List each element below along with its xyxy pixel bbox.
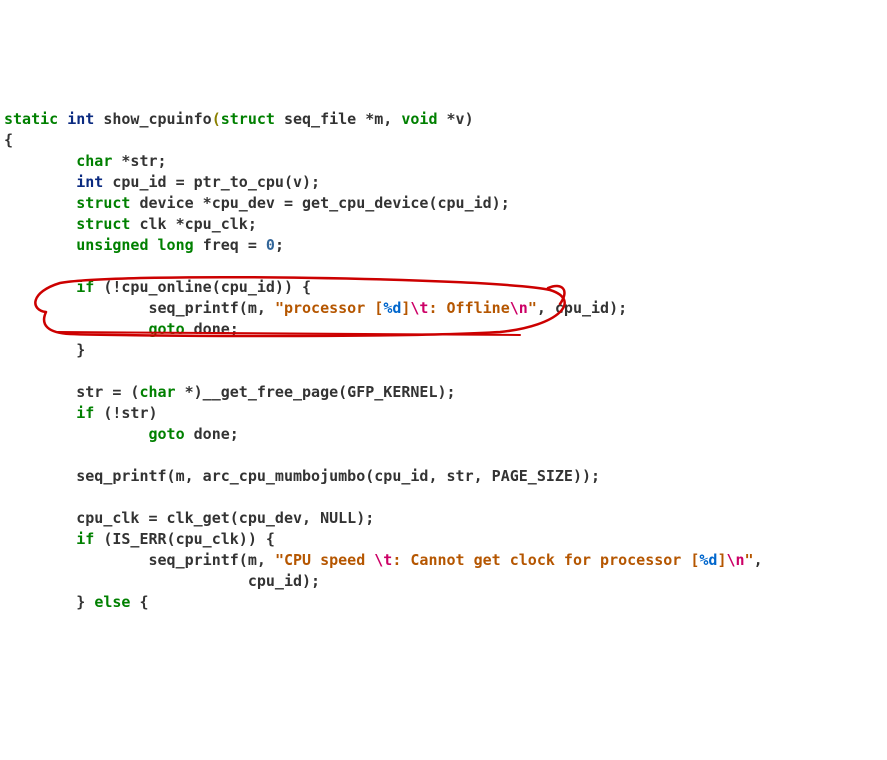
keyword-struct: struct	[221, 110, 275, 128]
call-clkget: cpu_clk = clk_get(cpu_dev, NULL);	[76, 509, 374, 527]
brace-close1: }	[76, 341, 85, 359]
args-cpuid2: cpu_id);	[248, 572, 320, 590]
brace-close2: }	[76, 593, 85, 611]
decl-cpuid: cpu_id = ptr_to_cpu(v);	[112, 173, 320, 191]
str-end1: "	[528, 299, 537, 317]
line-1: static int show_cpuinfo(struct seq_file …	[4, 110, 474, 128]
label-done2: done;	[194, 425, 239, 443]
keyword-long: long	[158, 236, 194, 254]
line-2: {	[4, 131, 13, 149]
keyword-char2: char	[139, 383, 175, 401]
str-cannot: : Cannot get clock for processor [	[392, 551, 699, 569]
str-bracket: ]	[717, 551, 726, 569]
param-v: *v)	[447, 110, 474, 128]
keyword-struct3: struct	[76, 215, 130, 233]
brace-open2: {	[139, 593, 148, 611]
str-end2: "	[745, 551, 754, 569]
comma-cont: ,	[754, 551, 763, 569]
type-int: int	[67, 110, 94, 128]
esc-t1: \t	[410, 299, 428, 317]
decl-cpudev: device *cpu_dev = get_cpu_device(cpu_id)…	[139, 194, 509, 212]
call-seqprintf3: seq_printf(m,	[149, 551, 266, 569]
keyword-struct2: struct	[76, 194, 130, 212]
call-seqprintf1: seq_printf(m,	[149, 299, 266, 317]
keyword-else: else	[94, 593, 130, 611]
label-done1: done;	[194, 320, 239, 338]
num-zero: 0	[266, 236, 275, 254]
keyword-goto1: goto	[149, 320, 185, 338]
cond-online: (!cpu_online(cpu_id)) {	[103, 278, 311, 296]
keyword-if3: if	[76, 530, 94, 548]
semi: ;	[275, 236, 284, 254]
str-offline: : Offline	[428, 299, 509, 317]
keyword-char: char	[76, 152, 112, 170]
decl-cpuclk: clk *cpu_clk;	[139, 215, 256, 233]
keyword-if1: if	[76, 278, 94, 296]
fmt-d2: %d	[699, 551, 717, 569]
cond-iserr: (IS_ERR(cpu_clk)) {	[103, 530, 275, 548]
cond-str: (!str)	[103, 404, 157, 422]
esc-t2: \t	[374, 551, 392, 569]
keyword-if2: if	[76, 404, 94, 422]
keyword-void: void	[401, 110, 437, 128]
str-cpuspeed: "CPU speed	[275, 551, 374, 569]
func-name: show_cpuinfo	[103, 110, 211, 128]
keyword-unsigned: unsigned	[76, 236, 148, 254]
keyword-static: static	[4, 110, 58, 128]
args-cpuid1: , cpu_id);	[537, 299, 627, 317]
param-m: seq_file *m,	[284, 110, 392, 128]
decl-freq: freq =	[203, 236, 257, 254]
call-seqprintf2: seq_printf(m, arc_cpu_mumbojumbo(cpu_id,…	[76, 467, 600, 485]
decl-str: *str;	[121, 152, 166, 170]
fmt-d1: %d	[383, 299, 401, 317]
esc-n1: \n	[510, 299, 528, 317]
keyword-goto2: goto	[149, 425, 185, 443]
esc-n2: \n	[726, 551, 744, 569]
assign-str-close: *)__get_free_page(GFP_KERNEL);	[185, 383, 456, 401]
code-block: static int show_cpuinfo(struct seq_file …	[0, 84, 887, 613]
str-proc-open: "processor [	[275, 299, 383, 317]
type-int2: int	[76, 173, 103, 191]
assign-str-open: str = (	[76, 383, 139, 401]
